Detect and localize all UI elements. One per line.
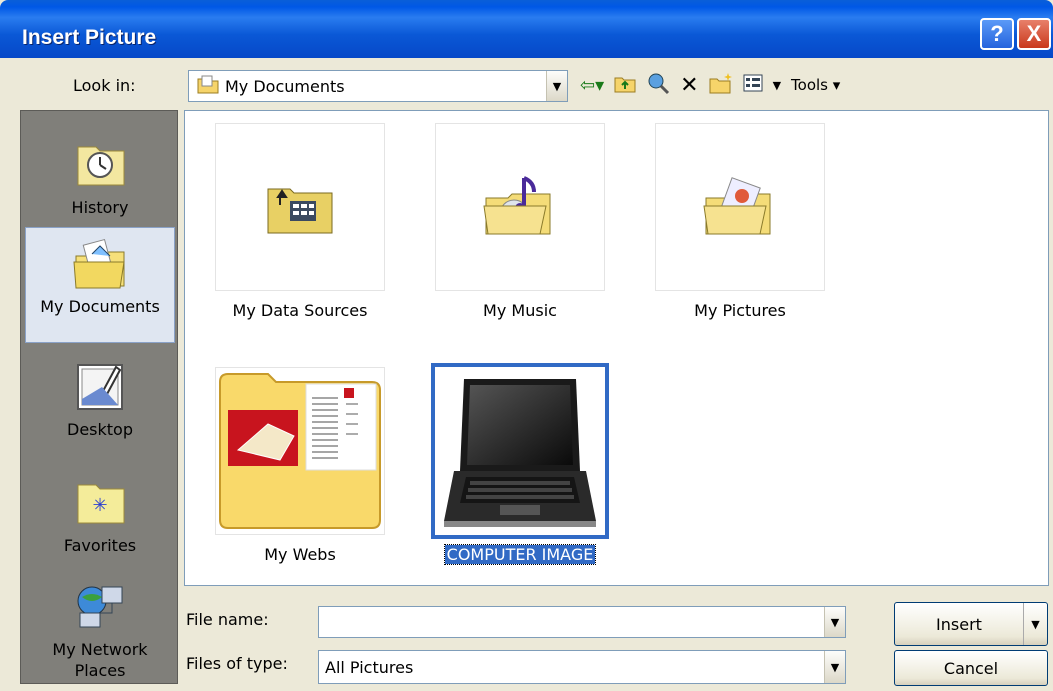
file-item-my-pictures[interactable]	[655, 123, 825, 291]
insert-button[interactable]: Insert ▼	[894, 602, 1048, 646]
place-my-network-places[interactable]: My Network Places	[25, 571, 175, 687]
new-folder-icon[interactable]	[709, 72, 733, 99]
look-in-dropdown[interactable]: My Documents ▼	[188, 70, 568, 102]
views-icon[interactable]	[743, 74, 763, 97]
history-icon	[77, 146, 125, 186]
search-web-icon[interactable]	[646, 71, 670, 100]
laptop-image	[444, 379, 596, 527]
file-label: My Webs	[264, 545, 336, 564]
toolbar: ⇦▾ ✕ ▼ Tools ▾	[580, 68, 840, 102]
my-documents-icon	[73, 238, 125, 289]
file-name-label: File name:	[186, 610, 269, 629]
chevron-down-icon[interactable]: ▼	[824, 651, 845, 683]
file-label: My Pictures	[694, 301, 786, 320]
look-in-label: Look in:	[73, 76, 136, 95]
insert-label: Insert	[936, 614, 982, 634]
close-button[interactable]: X	[1017, 18, 1051, 50]
place-label: Favorites	[63, 536, 137, 555]
chevron-down-icon[interactable]: ▼	[546, 71, 567, 101]
chevron-down-icon[interactable]: ▼	[824, 607, 845, 637]
place-label: My Network Places	[52, 640, 148, 680]
file-type-label: Files of type:	[186, 654, 288, 673]
webs-folder-preview	[219, 373, 381, 529]
place-label: Desktop	[67, 420, 133, 439]
window-title: Insert Picture	[22, 26, 157, 49]
views-dropdown-arrow[interactable]: ▼	[773, 79, 781, 92]
music-folder-icon	[483, 176, 551, 235]
data-sources-folder-icon	[267, 188, 333, 234]
delete-icon[interactable]: ✕	[680, 73, 698, 98]
svg-text:✳: ✳	[92, 495, 107, 516]
file-item-my-webs[interactable]	[215, 367, 385, 535]
place-label: My Documents	[40, 297, 160, 316]
favorites-icon: ✳	[77, 484, 125, 524]
network-places-icon	[77, 586, 123, 628]
file-item-my-music[interactable]	[435, 123, 605, 291]
help-button[interactable]: ?	[980, 18, 1014, 50]
file-label: My Music	[483, 301, 557, 320]
cancel-button[interactable]: Cancel	[894, 650, 1048, 686]
file-label-selected: COMPUTER IMAGE	[420, 544, 620, 565]
selected-file-label: COMPUTER IMAGE	[443, 544, 597, 565]
insert-options-arrow[interactable]: ▼	[1023, 603, 1047, 645]
file-type-value: All Pictures	[325, 657, 414, 677]
place-label: History	[71, 198, 129, 217]
file-item-computer-image[interactable]	[431, 363, 609, 539]
title-bar: Insert Picture ? X	[0, 0, 1053, 58]
folder-icon	[197, 74, 219, 98]
places-bar: History My Documents Desktop ✳ Favorites	[20, 110, 178, 684]
file-list[interactable]: My Data Sources My Music My Pictures My …	[184, 110, 1049, 586]
pictures-folder-icon	[703, 177, 771, 235]
file-name-field[interactable]: ▼	[318, 606, 846, 638]
tools-label: Tools	[791, 76, 828, 94]
look-in-value: My Documents	[225, 76, 345, 96]
file-type-dropdown[interactable]: All Pictures ▼	[318, 650, 846, 684]
file-item-my-data-sources[interactable]	[215, 123, 385, 291]
place-my-documents[interactable]: My Documents	[25, 227, 175, 343]
place-desktop[interactable]: Desktop	[25, 351, 175, 467]
back-arrow-icon[interactable]: ⇦▾	[580, 75, 604, 96]
place-favorites[interactable]: ✳ Favorites	[25, 467, 175, 583]
file-label: My Data Sources	[232, 301, 368, 320]
up-folder-icon[interactable]	[614, 73, 636, 98]
tools-menu[interactable]: Tools ▾	[791, 76, 840, 94]
desktop-icon	[77, 364, 123, 410]
